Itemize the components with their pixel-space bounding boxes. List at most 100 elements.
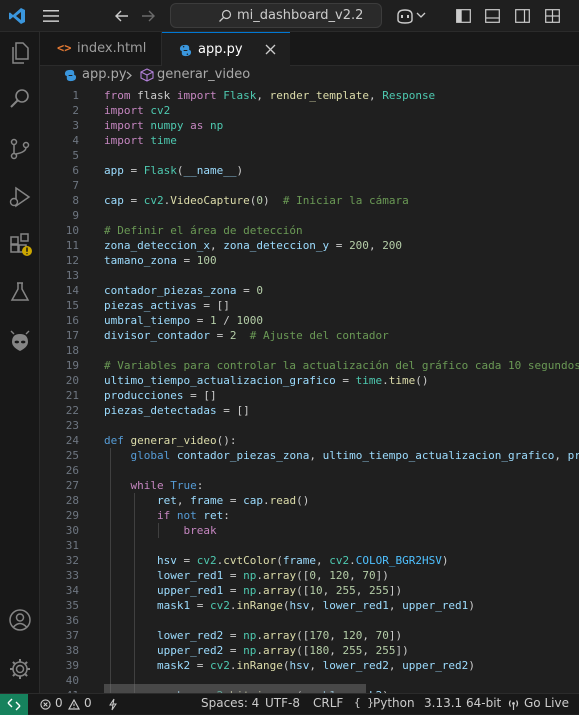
broadcast-icon[interactable] bbox=[507, 698, 520, 711]
code-line[interactable]: 33 lower_red1 = np.array([0, 120, 70]) bbox=[40, 568, 579, 583]
lightning-icon[interactable] bbox=[108, 698, 118, 711]
code-line[interactable]: 25 global contador_piezas_zona, ultimo_t… bbox=[40, 448, 579, 463]
explorer-icon[interactable] bbox=[8, 41, 32, 65]
code-line[interactable]: 12 tamano_zona = 100 bbox=[40, 253, 579, 268]
code-line[interactable]: 37 lower_red2 = np.array([170, 120, 70]) bbox=[40, 628, 579, 643]
code-token: import bbox=[104, 119, 144, 132]
search-icon[interactable] bbox=[8, 87, 32, 111]
line-number: 39 bbox=[65, 659, 79, 672]
code-line[interactable]: 5 bbox=[40, 148, 579, 163]
tab-app-py[interactable]: app.py bbox=[162, 32, 290, 67]
error-icon[interactable] bbox=[40, 699, 51, 710]
code-token: producciones bbox=[567, 449, 579, 462]
code-line[interactable]: 23 bbox=[40, 418, 579, 433]
code-token: array bbox=[262, 629, 297, 642]
remote-indicator[interactable] bbox=[0, 694, 28, 715]
code-line[interactable]: 15 piezas_activas = [] bbox=[40, 298, 579, 313]
testing-icon[interactable] bbox=[8, 280, 32, 304]
encoding-status[interactable]: UTF-8 bbox=[265, 696, 300, 710]
command-center-search[interactable]: mi_dashboard_v2.2 bbox=[170, 3, 382, 28]
account-icon[interactable] bbox=[8, 608, 32, 632]
code-token: upper_red1 bbox=[402, 599, 469, 612]
code-line[interactable]: 28 ret, frame = cap.read() bbox=[40, 493, 579, 508]
code-line[interactable]: 17 divisor_contador = 2 # Ajuste del cont… bbox=[40, 328, 579, 343]
code-editor[interactable]: 1 from flask import Flask, render_templat… bbox=[40, 86, 579, 693]
run-debug-icon[interactable] bbox=[8, 185, 32, 209]
customize-layout-icon[interactable] bbox=[545, 9, 560, 23]
horizontal-scrollbar[interactable] bbox=[104, 684, 366, 693]
go-live-button[interactable]: Go Live bbox=[524, 696, 569, 710]
toggle-secondary-sidebar-icon[interactable] bbox=[515, 9, 530, 23]
extensions-icon[interactable] bbox=[8, 232, 32, 256]
line-code: upper_red1 = np.array([10, 255, 255]) bbox=[104, 583, 402, 598]
code-token: , bbox=[309, 599, 323, 612]
code-line[interactable]: 11 zona_deteccion_x, zona_deteccion_y = 2… bbox=[40, 238, 579, 253]
code-token: ret bbox=[203, 509, 224, 522]
code-token: from bbox=[104, 89, 131, 102]
code-line[interactable]: 30 break bbox=[40, 523, 579, 538]
code-line[interactable]: 36 bbox=[40, 613, 579, 628]
error-count[interactable]: 0 bbox=[55, 696, 63, 710]
source-control-icon[interactable] bbox=[8, 137, 32, 161]
code-line[interactable]: 8 cap = cv2.VideoCapture(0) # Iniciar la … bbox=[40, 193, 579, 208]
code-token: , bbox=[309, 449, 323, 462]
code-line[interactable]: 20 ultimo_tiempo_actualizacion_grafico = … bbox=[40, 373, 579, 388]
code-line[interactable]: 29 if not ret: bbox=[40, 508, 579, 523]
toggle-primary-sidebar-icon[interactable] bbox=[456, 9, 471, 23]
code-line[interactable]: 31 bbox=[40, 538, 579, 553]
code-line[interactable]: 19 # Variables para controlar la actualiz… bbox=[40, 358, 579, 373]
settings-gear-icon[interactable] bbox=[8, 657, 32, 681]
eol-status[interactable]: CRLF bbox=[313, 696, 343, 710]
code-line[interactable]: 24 def generar_video(): bbox=[40, 433, 579, 448]
alien-icon[interactable] bbox=[8, 330, 32, 354]
line-code: lower_red2 = np.array([170, 120, 70]) bbox=[104, 628, 402, 643]
copilot-icon[interactable] bbox=[395, 7, 415, 25]
code-line[interactable]: 39 mask2 = cv2.inRange(hsv, lower_red2, … bbox=[40, 658, 579, 673]
code-line[interactable]: 16 umbral_tiempo = 1 / 1000 bbox=[40, 313, 579, 328]
code-token: = bbox=[190, 599, 210, 612]
menu-icon[interactable] bbox=[42, 8, 60, 24]
code-line[interactable]: 27 while True: bbox=[40, 478, 579, 493]
code-line[interactable]: 32 hsv = cv2.cvtColor(frame, cv2.COLOR_B… bbox=[40, 553, 579, 568]
code-line[interactable]: 38 upper_red2 = np.array([180, 255, 255]… bbox=[40, 643, 579, 658]
code-line[interactable]: 2 import cv2 bbox=[40, 103, 579, 118]
code-line[interactable]: 14 contador_piezas_zona = 0 bbox=[40, 283, 579, 298]
code-line[interactable]: 35 mask1 = cv2.inRange(hsv, lower_red1, … bbox=[40, 598, 579, 613]
arrow-right-icon[interactable] bbox=[140, 8, 156, 24]
code-token: 10 bbox=[309, 584, 323, 597]
code-token: , bbox=[329, 629, 343, 642]
code-token: , bbox=[176, 494, 191, 507]
code-line[interactable]: 34 upper_red1 = np.array([10, 255, 255]) bbox=[40, 583, 579, 598]
code-token: # Variables para controlar la actualizac… bbox=[104, 359, 579, 372]
code-line[interactable]: 26 bbox=[40, 463, 579, 478]
indentation-status[interactable]: Spaces: 4 bbox=[201, 696, 259, 710]
python-interpreter[interactable]: 3.13.1 64-bit bbox=[424, 696, 501, 710]
code-line[interactable]: 13 bbox=[40, 268, 579, 283]
code-line[interactable]: 21 producciones = [] bbox=[40, 388, 579, 403]
code-token: global bbox=[130, 449, 171, 462]
code-line[interactable]: 1 from flask import Flask, render_templat… bbox=[40, 88, 579, 103]
code-line[interactable]: 9 bbox=[40, 208, 579, 223]
code-token: , bbox=[349, 569, 363, 582]
breadcrumb-file[interactable]: app.py bbox=[82, 67, 127, 82]
warning-count[interactable]: 0 bbox=[84, 696, 92, 710]
tab-index-html[interactable]: <> index.html bbox=[40, 32, 162, 66]
breadcrumb-symbol[interactable]: generar_video bbox=[157, 67, 250, 82]
arrow-left-icon[interactable] bbox=[114, 8, 130, 24]
code-line[interactable]: 6 app = Flask(__name__) bbox=[40, 163, 579, 178]
code-line[interactable]: 4 import time bbox=[40, 133, 579, 148]
warning-icon[interactable] bbox=[68, 699, 80, 710]
code-line[interactable]: 7 bbox=[40, 178, 579, 193]
braces-icon[interactable]: { } bbox=[354, 696, 374, 709]
code-line[interactable]: 10 # Definir el área de detección bbox=[40, 223, 579, 238]
close-icon[interactable] bbox=[265, 44, 276, 55]
code-line[interactable]: 18 bbox=[40, 343, 579, 358]
language-mode[interactable]: Python bbox=[373, 696, 415, 710]
toggle-panel-icon[interactable] bbox=[485, 9, 500, 23]
chevron-down-icon[interactable] bbox=[416, 10, 426, 20]
code-line[interactable]: 3 import numpy as np bbox=[40, 118, 579, 133]
code-line[interactable]: 22 piezas_detectadas = [] bbox=[40, 403, 579, 418]
